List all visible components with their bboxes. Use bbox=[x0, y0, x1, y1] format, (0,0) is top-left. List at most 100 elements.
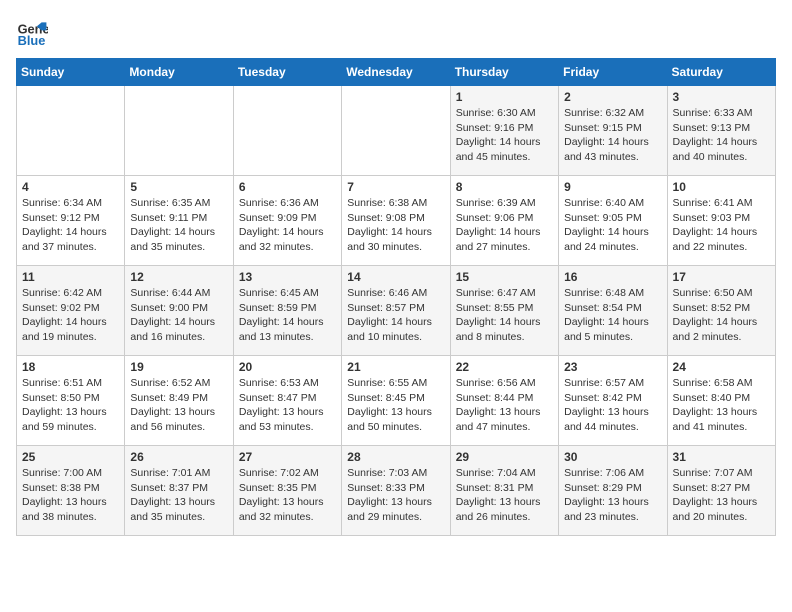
cell-content: Sunrise: 7:07 AM Sunset: 8:27 PM Dayligh… bbox=[673, 466, 770, 525]
calendar-cell: 21Sunrise: 6:55 AM Sunset: 8:45 PM Dayli… bbox=[342, 356, 450, 446]
calendar-cell: 5Sunrise: 6:35 AM Sunset: 9:11 PM Daylig… bbox=[125, 176, 233, 266]
calendar-week-4: 18Sunrise: 6:51 AM Sunset: 8:50 PM Dayli… bbox=[17, 356, 776, 446]
calendar-cell: 1 Sunrise: 6:30 AM Sunset: 9:16 PM Daylig… bbox=[450, 86, 558, 176]
calendar-cell bbox=[125, 86, 233, 176]
day-number: 4 bbox=[22, 180, 119, 194]
day-number: 20 bbox=[239, 360, 336, 374]
day-number: 13 bbox=[239, 270, 336, 284]
calendar-cell: 13 Sunrise: 6:45 AM Sunset: 8:59 PM Dayli… bbox=[233, 266, 341, 356]
calendar-body: 1 Sunrise: 6:30 AM Sunset: 9:16 PM Daylig… bbox=[17, 86, 776, 536]
cell-content: Sunrise: 7:03 AM Sunset: 8:33 PM Dayligh… bbox=[347, 466, 444, 525]
cell-content: Sunrise: 6:55 AM Sunset: 8:45 PM Dayligh… bbox=[347, 376, 444, 435]
calendar-cell: 31 Sunrise: 7:07 AM Sunset: 8:27 PM Dayli… bbox=[667, 446, 775, 536]
cell-content: Sunrise: 6:42 AM Sunset: 9:02 PM Dayligh… bbox=[22, 286, 119, 345]
cell-content: Sunrise: 7:00 AM Sunset: 8:38 PM Dayligh… bbox=[22, 466, 119, 525]
column-header-wednesday: Wednesday bbox=[342, 59, 450, 86]
day-number: 24 bbox=[673, 360, 770, 374]
calendar-cell: 28 Sunrise: 7:03 AM Sunset: 8:33 PM Dayli… bbox=[342, 446, 450, 536]
day-number: 7 bbox=[347, 180, 444, 194]
calendar-cell: 29 Sunrise: 7:04 AM Sunset: 8:31 PM Dayli… bbox=[450, 446, 558, 536]
svg-text:Blue: Blue bbox=[18, 33, 46, 48]
calendar-cell: 26 Sunrise: 7:01 AM Sunset: 8:37 PM Dayli… bbox=[125, 446, 233, 536]
cell-content: Sunrise: 6:50 AM Sunset: 8:52 PM Dayligh… bbox=[673, 286, 770, 345]
cell-content: Sunrise: 6:47 AM Sunset: 8:55 PM Dayligh… bbox=[456, 286, 553, 345]
logo-icon: General Blue bbox=[16, 16, 48, 48]
calendar-header: SundayMondayTuesdayWednesdayThursdayFrid… bbox=[17, 59, 776, 86]
cell-content: Sunrise: 7:04 AM Sunset: 8:31 PM Dayligh… bbox=[456, 466, 553, 525]
calendar-cell: 27 Sunrise: 7:02 AM Sunset: 8:35 PM Dayli… bbox=[233, 446, 341, 536]
column-header-saturday: Saturday bbox=[667, 59, 775, 86]
calendar-cell: 4Sunrise: 6:34 AM Sunset: 9:12 PM Daylig… bbox=[17, 176, 125, 266]
calendar-cell: 25 Sunrise: 7:00 AM Sunset: 8:38 PM Dayli… bbox=[17, 446, 125, 536]
cell-content: Sunrise: 6:56 AM Sunset: 8:44 PM Dayligh… bbox=[456, 376, 553, 435]
cell-content: Sunrise: 6:38 AM Sunset: 9:08 PM Dayligh… bbox=[347, 196, 444, 255]
day-number: 22 bbox=[456, 360, 553, 374]
day-number: 11 bbox=[22, 270, 119, 284]
day-number: 18 bbox=[22, 360, 119, 374]
cell-content: Sunrise: 7:01 AM Sunset: 8:37 PM Dayligh… bbox=[130, 466, 227, 525]
calendar-cell: 24 Sunrise: 6:58 AM Sunset: 8:40 PM Dayli… bbox=[667, 356, 775, 446]
day-number: 31 bbox=[673, 450, 770, 464]
calendar-cell bbox=[342, 86, 450, 176]
calendar-cell: 12 Sunrise: 6:44 AM Sunset: 9:00 PM Dayli… bbox=[125, 266, 233, 356]
cell-content: Sunrise: 6:57 AM Sunset: 8:42 PM Dayligh… bbox=[564, 376, 661, 435]
calendar-cell: 11 Sunrise: 6:42 AM Sunset: 9:02 PM Dayli… bbox=[17, 266, 125, 356]
calendar-table: SundayMondayTuesdayWednesdayThursdayFrid… bbox=[16, 58, 776, 536]
calendar-cell: 16 Sunrise: 6:48 AM Sunset: 8:54 PM Dayli… bbox=[559, 266, 667, 356]
calendar-cell: 9 Sunrise: 6:40 AM Sunset: 9:05 PM Daylig… bbox=[559, 176, 667, 266]
cell-content: Sunrise: 6:58 AM Sunset: 8:40 PM Dayligh… bbox=[673, 376, 770, 435]
day-number: 25 bbox=[22, 450, 119, 464]
column-header-tuesday: Tuesday bbox=[233, 59, 341, 86]
cell-content: Sunrise: 6:46 AM Sunset: 8:57 PM Dayligh… bbox=[347, 286, 444, 345]
day-number: 27 bbox=[239, 450, 336, 464]
calendar-cell: 30Sunrise: 7:06 AM Sunset: 8:29 PM Dayli… bbox=[559, 446, 667, 536]
cell-content: Sunrise: 7:02 AM Sunset: 8:35 PM Dayligh… bbox=[239, 466, 336, 525]
logo: General Blue bbox=[16, 16, 48, 48]
day-number: 2 bbox=[564, 90, 661, 104]
cell-content: Sunrise: 6:40 AM Sunset: 9:05 PM Dayligh… bbox=[564, 196, 661, 255]
day-number: 8 bbox=[456, 180, 553, 194]
column-header-friday: Friday bbox=[559, 59, 667, 86]
cell-content: Sunrise: 6:35 AM Sunset: 9:11 PM Dayligh… bbox=[130, 196, 227, 255]
calendar-cell bbox=[233, 86, 341, 176]
day-number: 29 bbox=[456, 450, 553, 464]
calendar-cell: 19Sunrise: 6:52 AM Sunset: 8:49 PM Dayli… bbox=[125, 356, 233, 446]
day-number: 12 bbox=[130, 270, 227, 284]
calendar-cell: 20Sunrise: 6:53 AM Sunset: 8:47 PM Dayli… bbox=[233, 356, 341, 446]
day-number: 6 bbox=[239, 180, 336, 194]
column-header-sunday: Sunday bbox=[17, 59, 125, 86]
day-number: 14 bbox=[347, 270, 444, 284]
calendar-cell: 18Sunrise: 6:51 AM Sunset: 8:50 PM Dayli… bbox=[17, 356, 125, 446]
cell-content: Sunrise: 6:45 AM Sunset: 8:59 PM Dayligh… bbox=[239, 286, 336, 345]
calendar-cell bbox=[17, 86, 125, 176]
calendar-week-5: 25 Sunrise: 7:00 AM Sunset: 8:38 PM Dayli… bbox=[17, 446, 776, 536]
cell-content: Sunrise: 6:32 AM Sunset: 9:15 PM Dayligh… bbox=[564, 106, 661, 165]
cell-content: Sunrise: 6:44 AM Sunset: 9:00 PM Dayligh… bbox=[130, 286, 227, 345]
calendar-cell: 17 Sunrise: 6:50 AM Sunset: 8:52 PM Dayli… bbox=[667, 266, 775, 356]
page-header: General Blue bbox=[16, 16, 776, 48]
cell-content: Sunrise: 6:48 AM Sunset: 8:54 PM Dayligh… bbox=[564, 286, 661, 345]
day-number: 15 bbox=[456, 270, 553, 284]
calendar-week-3: 11 Sunrise: 6:42 AM Sunset: 9:02 PM Dayli… bbox=[17, 266, 776, 356]
calendar-cell: 2 Sunrise: 6:32 AM Sunset: 9:15 PM Daylig… bbox=[559, 86, 667, 176]
calendar-cell: 8 Sunrise: 6:39 AM Sunset: 9:06 PM Daylig… bbox=[450, 176, 558, 266]
cell-content: Sunrise: 6:39 AM Sunset: 9:06 PM Dayligh… bbox=[456, 196, 553, 255]
day-number: 10 bbox=[673, 180, 770, 194]
cell-content: Sunrise: 6:33 AM Sunset: 9:13 PM Dayligh… bbox=[673, 106, 770, 165]
day-number: 9 bbox=[564, 180, 661, 194]
day-number: 1 bbox=[456, 90, 553, 104]
cell-content: Sunrise: 6:30 AM Sunset: 9:16 PM Dayligh… bbox=[456, 106, 553, 165]
day-number: 17 bbox=[673, 270, 770, 284]
column-header-thursday: Thursday bbox=[450, 59, 558, 86]
column-header-monday: Monday bbox=[125, 59, 233, 86]
calendar-cell: 7 Sunrise: 6:38 AM Sunset: 9:08 PM Daylig… bbox=[342, 176, 450, 266]
calendar-cell: 6Sunrise: 6:36 AM Sunset: 9:09 PM Daylig… bbox=[233, 176, 341, 266]
calendar-cell: 23 Sunrise: 6:57 AM Sunset: 8:42 PM Dayli… bbox=[559, 356, 667, 446]
day-number: 26 bbox=[130, 450, 227, 464]
day-number: 28 bbox=[347, 450, 444, 464]
day-number: 23 bbox=[564, 360, 661, 374]
day-number: 16 bbox=[564, 270, 661, 284]
calendar-week-2: 4Sunrise: 6:34 AM Sunset: 9:12 PM Daylig… bbox=[17, 176, 776, 266]
calendar-week-1: 1 Sunrise: 6:30 AM Sunset: 9:16 PM Daylig… bbox=[17, 86, 776, 176]
day-number: 3 bbox=[673, 90, 770, 104]
